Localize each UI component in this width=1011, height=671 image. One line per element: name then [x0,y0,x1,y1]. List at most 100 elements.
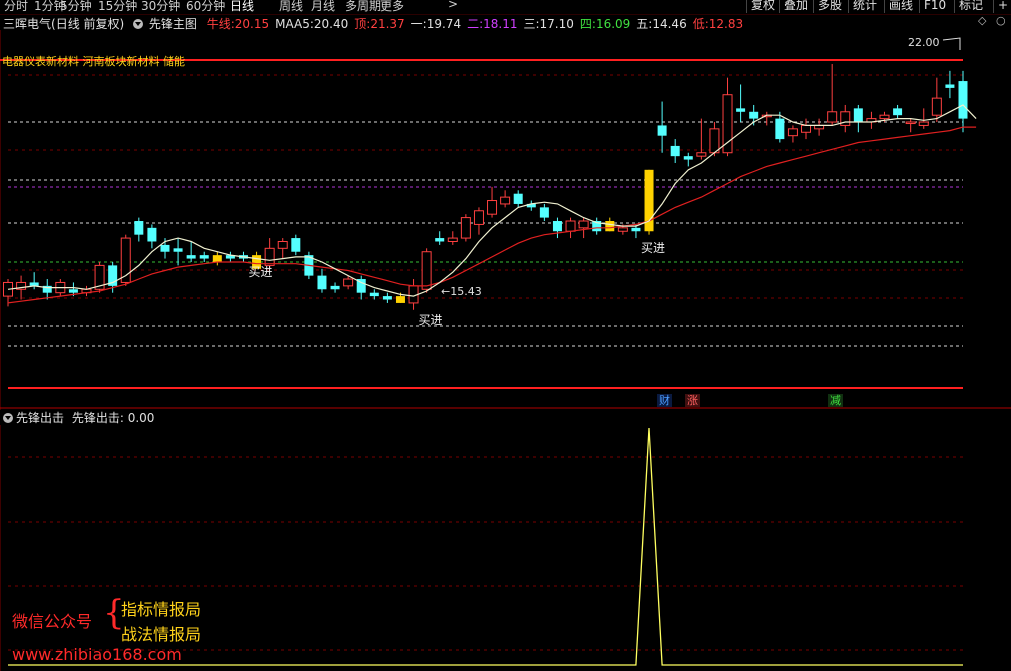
toolbar-button[interactable]: F10 [919,0,950,13]
watermark-line2: 战法情报局 [121,625,202,644]
indicator-name[interactable]: 先锋主图 [149,17,197,31]
expand-icon[interactable]: + [993,0,1011,13]
toolbar-button[interactable]: 标记 [954,0,987,13]
toolbar-button[interactable]: 多股 [813,0,846,13]
candle-body [958,81,968,119]
toolbar-button[interactable]: 叠加 [779,0,812,13]
indicator-label: 四: [579,17,596,31]
sub-indicator-value: 先锋出击: 0.00 [71,411,155,425]
candle-body [343,278,354,287]
indicator-value: 20.15 [234,17,270,31]
candle-body [945,84,955,88]
candle-body [277,240,288,249]
period-tab[interactable]: 30分钟 [141,0,180,14]
period-tab[interactable]: 周线 [279,0,303,14]
candle-body [709,128,720,154]
buy-signal-label: 买进 [419,313,443,327]
sub-panel-header: 先锋出击 先锋出击: 0.00 [3,409,154,426]
event-tag[interactable]: 涨 [685,394,700,407]
indicator-value: 14.46 [652,17,687,31]
candle-body [369,292,379,297]
candle-body [617,227,628,232]
indicator-value: 20.40 [313,17,349,31]
period-tab[interactable]: 15分钟 [98,0,137,14]
candle-body [578,220,589,229]
candle-body [670,145,680,157]
candle-body [827,111,838,123]
candle-body [447,237,458,242]
chevron-down-icon[interactable] [133,19,144,29]
candlestick-chart[interactable]: 买进买进买进22.00←15.43 [0,30,1011,410]
candle-body [787,128,798,137]
top-toolbar: 分时 1分钟 5分钟 15分钟 30分钟 60分钟 日线 周线 月线 多周期 更多 > 复权 叠加 多股统… [0,0,1011,15]
candle-body [853,108,863,123]
toolbar-button[interactable]: 画线 [884,0,917,13]
indicator-label: MAA5: [275,17,314,31]
period-tab[interactable]: 月线 [311,0,335,14]
watermark-url: www.zhibiao168.com [12,645,182,664]
candle-body [918,121,929,126]
indicator-label: 牛线: [206,17,235,31]
toolbar-button[interactable]: 复权 [746,0,779,13]
candle-body [775,118,785,140]
candle-body [683,156,693,160]
candle-body [879,114,890,120]
indicator-label: 一: [410,17,427,31]
candle-body [134,221,144,235]
candle-body [931,97,942,116]
high-pointer-icon [942,37,961,50]
candle-body [736,108,746,112]
candle-body [696,152,707,157]
candle-body [801,124,812,133]
candle-body [317,275,327,290]
event-tag[interactable]: 财 [657,394,672,407]
candle-body [160,244,170,252]
more-arrow-icon[interactable]: > [448,0,458,11]
period-tab[interactable]: 更多 [380,0,404,14]
watermark-line1: 指标情报局 [121,600,202,619]
candle-body [905,121,916,125]
buy-signal-label: 买进 [641,241,665,255]
indicator-value: 21.37 [370,17,405,31]
sub-indicator-name[interactable]: 先锋出击 [16,411,64,425]
event-tag[interactable]: 减 [828,394,843,407]
high-price-label: 22.00 [908,36,940,49]
indicator-value: 18.11 [483,17,518,31]
candle-body [552,221,562,232]
candle-body [631,227,641,232]
panel-close-icon[interactable]: ○ [996,14,1006,27]
period-tab[interactable]: 多周期 [345,0,381,14]
toolbar-button[interactable]: 统计 [848,0,881,13]
diamond-icon[interactable]: ◇ [978,14,986,27]
candle-body [382,296,392,300]
chevron-down-icon[interactable] [3,413,13,423]
indicator-value: 16.09 [595,17,631,31]
indicator-label: 二: [467,17,484,31]
candle-body [395,296,405,303]
candle-body [291,238,301,252]
candle-body [460,217,471,239]
candle-body [330,285,340,290]
indicator-value: 12.83 [708,17,744,31]
indicator-value: 19.74 [426,17,462,31]
stock-name[interactable]: 三晖电气 [3,17,51,31]
candle-body [435,238,445,242]
period-tab[interactable]: 5分钟 [60,0,92,14]
candle-body [212,255,222,262]
candle-body [473,210,484,225]
candle-body [500,196,511,205]
candle-body [539,207,549,218]
candle-body [722,94,733,154]
period-tab[interactable]: 60分钟 [186,0,225,14]
period-tab[interactable]: 分时 [4,0,28,14]
candle-body [199,255,209,259]
indicator-label: 三: [523,17,540,31]
indicator-label: 顶: [354,17,371,31]
candle-body [605,221,615,232]
period-tab[interactable]: 日线 [230,0,254,14]
candle-body [421,251,432,290]
indicator-label: 五: [636,17,653,31]
candle-body [657,125,667,136]
candle-body [487,200,498,215]
adjust-mode[interactable]: (日线 前复权) [51,17,124,31]
